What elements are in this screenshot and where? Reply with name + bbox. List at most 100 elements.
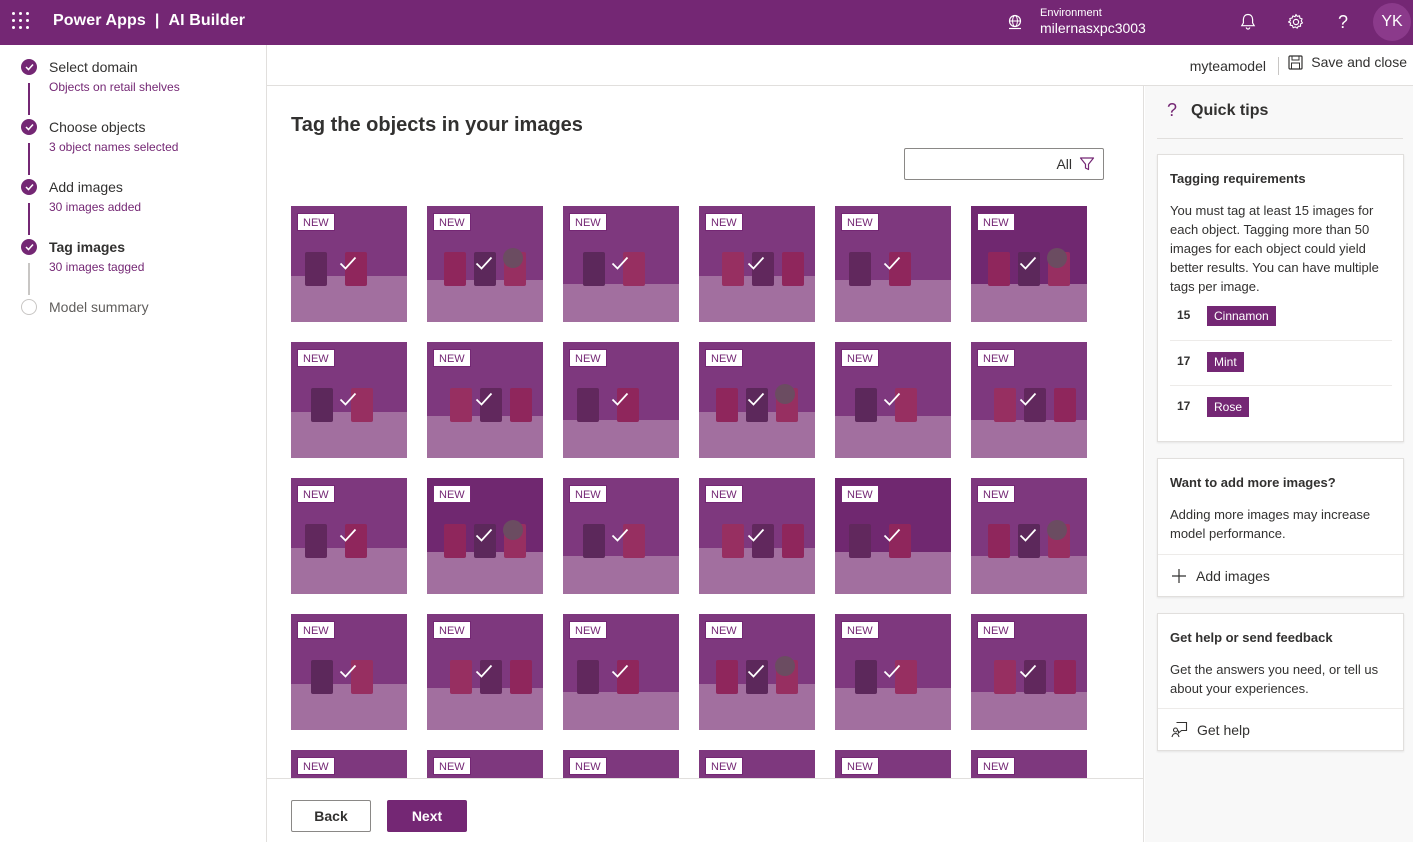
image-grid: NEW NEW NEW NEW NEW NEW NEW NEW NEW NEW NEW NEW NEW N… xyxy=(291,206,1091,778)
add-images-button[interactable]: Add images xyxy=(1158,554,1403,596)
tag-count-row: 15 Cinnamon xyxy=(1170,295,1392,340)
image-tile[interactable]: NEW xyxy=(427,206,543,322)
image-tile[interactable]: NEW xyxy=(971,614,1087,730)
checkmark-icon xyxy=(1019,256,1037,270)
image-tile[interactable]: NEW xyxy=(291,342,407,458)
image-tile[interactable]: NEW xyxy=(291,750,407,778)
new-badge: NEW xyxy=(569,213,607,231)
new-badge: NEW xyxy=(297,213,335,231)
checkmark-icon xyxy=(1019,528,1037,542)
new-badge: NEW xyxy=(705,213,743,231)
checkmark-icon xyxy=(747,664,765,678)
next-button[interactable]: Next xyxy=(387,800,467,832)
tag-count: 17 xyxy=(1177,354,1191,368)
image-tile[interactable]: NEW xyxy=(699,750,815,778)
app-launcher-icon[interactable] xyxy=(12,12,30,30)
image-tile[interactable]: NEW xyxy=(291,206,407,322)
step-subtitle: 3 object names selected xyxy=(49,140,179,154)
image-tile[interactable]: NEW xyxy=(835,342,951,458)
step-title: Choose objects xyxy=(49,119,146,135)
divider xyxy=(1157,138,1403,139)
save-and-close-button[interactable]: Save and close xyxy=(1288,54,1407,70)
image-tile[interactable]: NEW xyxy=(971,342,1087,458)
image-tile[interactable]: NEW xyxy=(971,478,1087,594)
checkmark-icon xyxy=(339,528,357,542)
step-tag-images[interactable]: Tag images 30 images tagged xyxy=(0,225,266,285)
new-badge: NEW xyxy=(569,757,607,775)
step-choose-objects[interactable]: Choose objects 3 object names selected xyxy=(0,105,266,165)
back-button[interactable]: Back xyxy=(291,800,371,832)
get-help-button[interactable]: Get help xyxy=(1158,708,1403,750)
new-badge: NEW xyxy=(841,485,879,503)
image-tile[interactable]: NEW xyxy=(291,478,407,594)
image-tile[interactable]: NEW xyxy=(971,206,1087,322)
image-tile[interactable]: NEW xyxy=(835,206,951,322)
image-tile[interactable]: NEW xyxy=(427,478,543,594)
new-badge: NEW xyxy=(433,757,471,775)
image-tile[interactable]: NEW xyxy=(563,614,679,730)
image-tile[interactable]: NEW xyxy=(563,750,679,778)
image-tile[interactable]: NEW xyxy=(699,478,815,594)
question-icon: ? xyxy=(1167,100,1178,120)
chat-person-icon xyxy=(1171,721,1188,738)
checkmark-icon xyxy=(883,664,901,678)
step-add-images[interactable]: Add images 30 images added xyxy=(0,165,266,225)
app-name[interactable]: Power Apps xyxy=(53,12,146,29)
card-body: Get the answers you need, or tell us abo… xyxy=(1170,662,1379,696)
checkmark-icon xyxy=(883,528,901,542)
checkmark-icon xyxy=(339,392,357,406)
new-badge: NEW xyxy=(433,349,471,367)
image-tile[interactable]: NEW xyxy=(699,614,815,730)
image-tile[interactable]: NEW xyxy=(563,206,679,322)
new-badge: NEW xyxy=(841,213,879,231)
image-tile[interactable]: NEW xyxy=(291,614,407,730)
environment-picker[interactable]: Environment milernasxpc3003 xyxy=(1006,4,1146,40)
tag-pill: Cinnamon xyxy=(1207,306,1276,326)
avatar[interactable]: YK xyxy=(1373,3,1411,41)
help-icon[interactable]: ? xyxy=(1333,12,1353,32)
image-tile[interactable]: NEW xyxy=(835,614,951,730)
image-tile[interactable]: NEW xyxy=(699,342,815,458)
step-select-domain[interactable]: Select domain Objects on retail shelves xyxy=(0,45,266,105)
main-content: Tag the objects in your images All NEW NE… xyxy=(267,86,1144,842)
step-title: Model summary xyxy=(49,299,149,315)
new-badge: NEW xyxy=(841,621,879,639)
checkmark-icon xyxy=(747,528,765,542)
bell-icon[interactable] xyxy=(1238,12,1258,32)
gear-icon[interactable] xyxy=(1286,12,1306,32)
new-badge: NEW xyxy=(297,349,335,367)
tag-filter-dropdown[interactable]: All xyxy=(904,148,1104,180)
step-subtitle: 30 images tagged xyxy=(49,260,145,274)
image-tile[interactable]: NEW xyxy=(699,206,815,322)
card-heading: Get help or send feedback xyxy=(1170,630,1333,645)
checkmark-icon xyxy=(1019,664,1037,678)
wizard-footer: Back Next xyxy=(267,778,1143,842)
top-bar: Power Apps | AI Builder Environment milern… xyxy=(0,0,1413,45)
quick-tips-panel: ? Quick tips Tagging requirements You mu… xyxy=(1145,86,1413,842)
checkmark-icon xyxy=(611,664,629,678)
image-tile[interactable]: NEW xyxy=(427,614,543,730)
model-name: myteamodel xyxy=(1189,58,1266,74)
checkmark-icon xyxy=(475,256,493,270)
image-tile[interactable]: NEW xyxy=(835,750,951,778)
image-tile[interactable]: NEW xyxy=(427,342,543,458)
image-tile[interactable]: NEW xyxy=(563,342,679,458)
image-tile[interactable]: NEW xyxy=(971,750,1087,778)
image-tile[interactable]: NEW xyxy=(835,478,951,594)
image-tile[interactable]: NEW xyxy=(563,478,679,594)
tag-count-row: 17 Rose xyxy=(1170,385,1392,430)
card-body: Adding more images may increase model pe… xyxy=(1170,507,1371,541)
new-badge: NEW xyxy=(433,213,471,231)
product-name[interactable]: AI Builder xyxy=(168,12,245,29)
quick-tips-title: Quick tips xyxy=(1191,101,1269,119)
checkmark-icon xyxy=(339,256,357,270)
new-badge: NEW xyxy=(297,757,335,775)
checkmark-icon xyxy=(611,256,629,270)
save-icon xyxy=(1288,54,1303,70)
step-model-summary[interactable]: Model summary xyxy=(0,285,266,345)
tag-pill: Rose xyxy=(1207,397,1250,417)
divider xyxy=(1278,57,1279,75)
add-images-label: Add images xyxy=(1196,567,1270,584)
new-badge: NEW xyxy=(977,621,1015,639)
image-tile[interactable]: NEW xyxy=(427,750,543,778)
